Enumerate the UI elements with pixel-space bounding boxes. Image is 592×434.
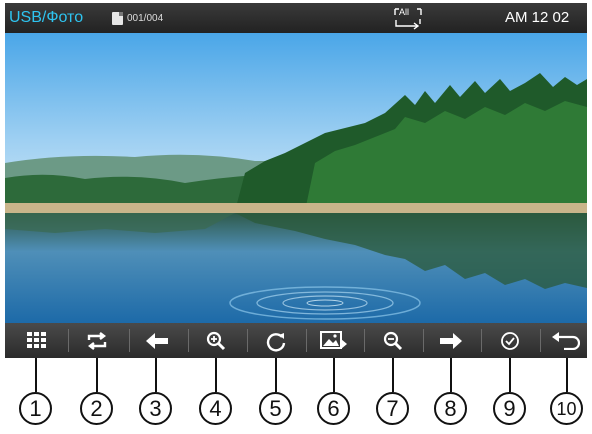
- toolbar-divider: [306, 329, 307, 352]
- toolbar-divider: [423, 329, 424, 352]
- zoom-out-button[interactable]: [368, 323, 418, 358]
- callout-leader: [450, 358, 452, 392]
- status-bar: USB/Фото 001/004 All AM 12 02: [5, 3, 587, 33]
- callout-6: 6: [317, 392, 350, 425]
- callout-3: 3: [139, 392, 172, 425]
- callout-leader: [392, 358, 394, 392]
- back-icon: [552, 331, 580, 350]
- toolbar-divider: [68, 329, 69, 352]
- repeat-button[interactable]: [72, 323, 122, 358]
- toolbar-divider: [364, 329, 365, 352]
- arrow-left-icon: [146, 332, 168, 349]
- callout-4: 4: [199, 392, 232, 425]
- callout-leader: [155, 358, 157, 392]
- toolbar-divider: [540, 329, 541, 352]
- toolbar: [5, 323, 587, 358]
- zoom-out-icon: [383, 331, 403, 350]
- toolbar-divider: [188, 329, 189, 352]
- callout-5: 5: [259, 392, 292, 425]
- callout-9: 9: [493, 392, 526, 425]
- repeat-icon: [87, 331, 107, 350]
- zoom-in-icon: [206, 331, 226, 350]
- photo-viewer[interactable]: [5, 33, 587, 323]
- grid-view-button[interactable]: [12, 323, 62, 358]
- lake-landscape-photo: [5, 33, 587, 323]
- repeat-mode-label: All: [399, 7, 410, 17]
- rotate-button[interactable]: [251, 323, 301, 358]
- callout-leader: [215, 358, 217, 392]
- checkmark-icon: [501, 331, 519, 350]
- callout-8: 8: [434, 392, 467, 425]
- callout-leader: [35, 358, 37, 392]
- callout-1: 1: [19, 392, 52, 425]
- source-label: USB/Фото: [9, 9, 84, 26]
- arrow-right-icon: [440, 332, 462, 349]
- rotate-icon: [266, 332, 286, 352]
- callout-leader: [275, 358, 277, 392]
- clock: AM 12 02: [505, 9, 570, 26]
- callout-leader: [566, 358, 568, 392]
- device-screen: USB/Фото 001/004 All AM 12 02: [5, 3, 587, 358]
- confirm-button[interactable]: [485, 323, 535, 358]
- slideshow-icon: [320, 330, 347, 349]
- callout-7: 7: [376, 392, 409, 425]
- next-button[interactable]: [426, 323, 476, 358]
- grid-icon: [27, 331, 46, 348]
- file-icon: [112, 12, 123, 25]
- file-counter: 001/004: [127, 13, 164, 24]
- callout-leader: [509, 358, 511, 392]
- callout-10: 10: [550, 392, 583, 425]
- toolbar-divider: [129, 329, 130, 352]
- back-button[interactable]: [543, 323, 587, 358]
- slideshow-button[interactable]: [309, 323, 359, 358]
- toolbar-divider: [481, 329, 482, 352]
- zoom-in-button[interactable]: [191, 323, 241, 358]
- callout-leader: [96, 358, 98, 392]
- toolbar-divider: [247, 329, 248, 352]
- previous-button[interactable]: [132, 323, 182, 358]
- callout-leader: [333, 358, 335, 392]
- repeat-all-indicator: All: [390, 6, 426, 30]
- callout-2: 2: [80, 392, 113, 425]
